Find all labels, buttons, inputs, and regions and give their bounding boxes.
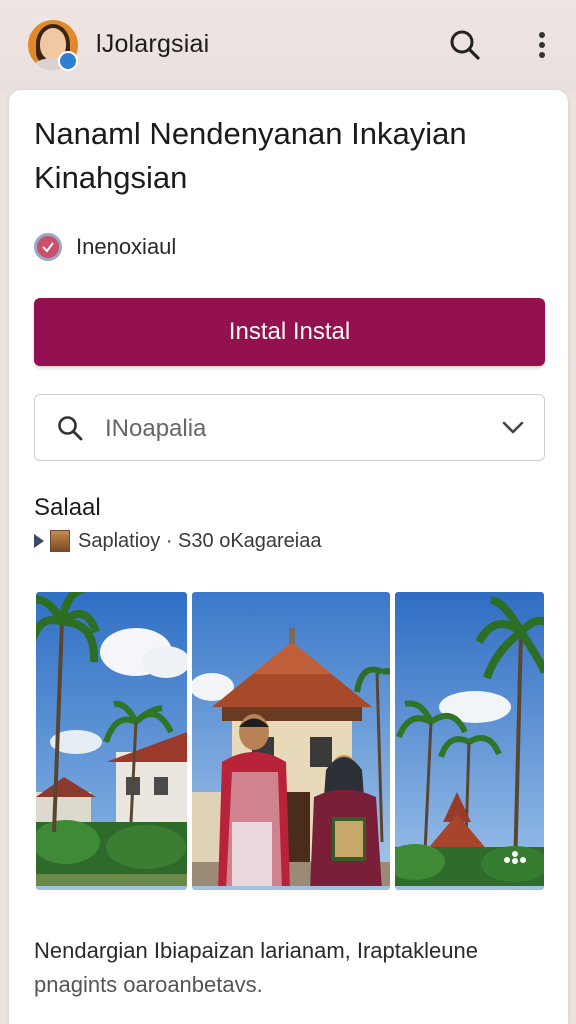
description-text: Nendargian Ibiapaizan larianam, Iraptakl… (34, 934, 544, 1002)
headline-line-2: Kinahgsian (34, 160, 188, 195)
section-title: Salaal (34, 494, 101, 521)
meta-row: Saplatioy · S30 oKagareiaa (34, 528, 322, 554)
checked-circle-icon (34, 233, 62, 261)
more-vert-icon (539, 32, 545, 58)
app-bar (0, 0, 576, 92)
search-button[interactable] (446, 26, 484, 64)
palm-trees-temple-photo[interactable] (395, 592, 544, 890)
status-row[interactable]: Inenoxiaul (34, 232, 176, 262)
gallery-more-icon[interactable] (503, 850, 527, 864)
description-line-2: pnagints oaroanbetavs. (34, 972, 263, 997)
play-icon (34, 534, 44, 548)
search-icon (58, 416, 83, 441)
more-options-button[interactable] (528, 26, 556, 64)
app-title: lJolargsiai (96, 30, 210, 58)
search-icon (450, 30, 480, 60)
coastal-houses-photo[interactable] (36, 592, 187, 890)
description-line-1: Nendargian Ibiapaizan larianam, Iraptakl… (34, 938, 478, 963)
traditional-house-couple-photo[interactable] (192, 592, 390, 890)
verified-badge-icon (58, 51, 78, 71)
thumbnail-icon (50, 530, 70, 552)
meta-text: Saplatioy · S30 oKagareiaa (78, 529, 322, 552)
chevron-down-icon (502, 421, 524, 434)
page-headline: Nanaml Nendenyanan Inkayian Kinahgsian (34, 112, 534, 200)
headline-line-1: Nanaml Nendenyanan Inkayian (34, 116, 467, 151)
status-label: Inenoxiaul (76, 234, 177, 259)
search-dropdown[interactable]: INoapalia (34, 394, 545, 461)
dropdown-value: INoapalia (105, 415, 207, 442)
install-button[interactable]: Instal Instal (34, 298, 545, 366)
